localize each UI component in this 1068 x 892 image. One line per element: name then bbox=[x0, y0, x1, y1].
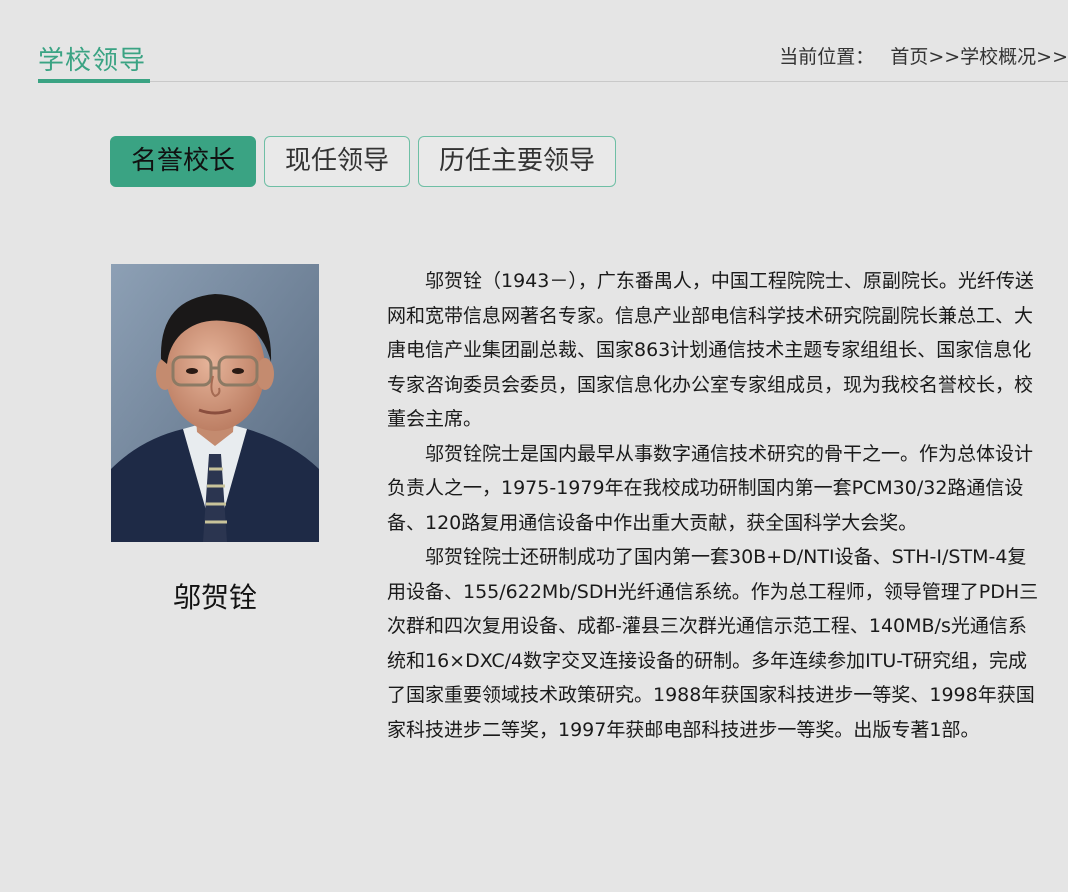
section-title-underline bbox=[38, 79, 150, 83]
person-name: 邬贺铨 bbox=[172, 581, 257, 614]
tab-former-leaders[interactable]: 历任主要领导 bbox=[418, 136, 617, 187]
section-title: 学校领导 bbox=[38, 46, 147, 76]
bio-paragraph: 邬贺铨院士是国内最早从事数字通信技术研究的骨干之一。作为总体设计负责人之一，19… bbox=[387, 442, 1034, 534]
page-header: 学校领导 当前位置： 首页>>学校概况>> bbox=[0, 0, 1068, 84]
leader-tabs: 名誉校长 现任领导 历任主要领导 bbox=[110, 136, 617, 187]
page: 学校领导 当前位置： 首页>>学校概况>> 名誉校长 现任领导 历任主要领导 邬… bbox=[0, 0, 1068, 892]
header-divider bbox=[38, 81, 1068, 82]
biography: 邬贺铨（1943－），广东番禺人，中国工程院院士、原副院长。光纤传送网和宽带信息… bbox=[387, 264, 1042, 747]
portrait-photo bbox=[111, 264, 319, 542]
bio-paragraph: 邬贺铨院士还研制成功了国内第一套30B+D/NTI设备、STH-I/STM-4复… bbox=[387, 546, 1039, 741]
breadcrumb-label: 当前位置： bbox=[779, 46, 875, 68]
bio-paragraph: 邬贺铨（1943－），广东番禺人，中国工程院院士、原副院长。光纤传送网和宽带信息… bbox=[387, 270, 1034, 430]
tab-honorary-president[interactable]: 名誉校长 bbox=[110, 136, 257, 187]
tab-current-leaders[interactable]: 现任领导 bbox=[264, 136, 411, 187]
breadcrumb: 当前位置： 首页>>学校概况>> bbox=[779, 44, 1068, 70]
breadcrumb-path-link[interactable]: 首页>>学校概况>> bbox=[890, 46, 1068, 68]
